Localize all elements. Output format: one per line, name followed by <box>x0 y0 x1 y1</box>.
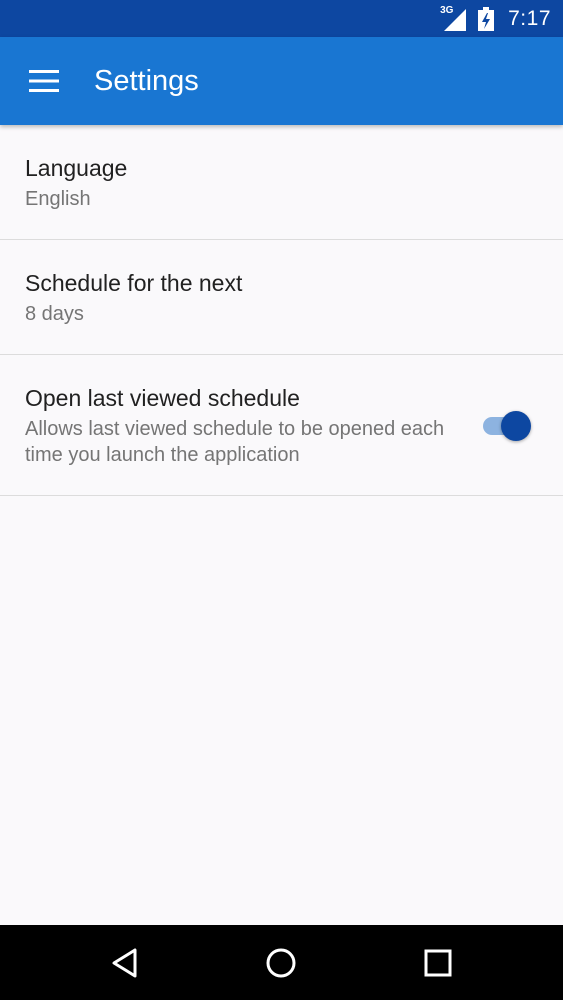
recents-icon <box>424 949 452 976</box>
back-icon <box>112 948 137 977</box>
schedule-range-summary: 8 days <box>25 303 84 325</box>
language-summary: English <box>25 188 91 210</box>
menu-button[interactable] <box>0 37 88 125</box>
schedule-range-preference[interactable]: Schedule for the next 8 days <box>0 240 563 355</box>
network-type-label: 3G <box>440 4 454 16</box>
network-indicator: 3G <box>440 4 467 31</box>
navigation-bar <box>0 925 563 1000</box>
toggle-thumb <box>501 411 531 441</box>
page-title: Settings <box>94 64 199 97</box>
battery-icon <box>478 6 495 31</box>
app-bar: Settings <box>0 37 563 125</box>
menu-icon <box>29 70 59 92</box>
language-title: Language <box>25 155 128 181</box>
language-preference[interactable]: Language English <box>0 125 563 240</box>
home-icon <box>266 948 296 977</box>
open-last-schedule-toggle[interactable] <box>483 411 533 441</box>
open-last-schedule-title: Open last viewed schedule <box>25 385 300 411</box>
open-last-schedule-summary: Allows last viewed schedule to be opened… <box>25 418 445 466</box>
open-last-schedule-preference[interactable]: Open last viewed schedule Allows last vi… <box>0 355 563 496</box>
recents-button[interactable] <box>398 925 478 1000</box>
status-bar: 3G 7:17 <box>0 0 563 37</box>
schedule-range-title: Schedule for the next <box>25 270 243 296</box>
clock: 7:17 <box>508 6 551 30</box>
home-button[interactable] <box>241 925 321 1000</box>
preferences-list: Language English Schedule for the next 8… <box>0 125 563 925</box>
back-button[interactable] <box>85 925 165 1000</box>
